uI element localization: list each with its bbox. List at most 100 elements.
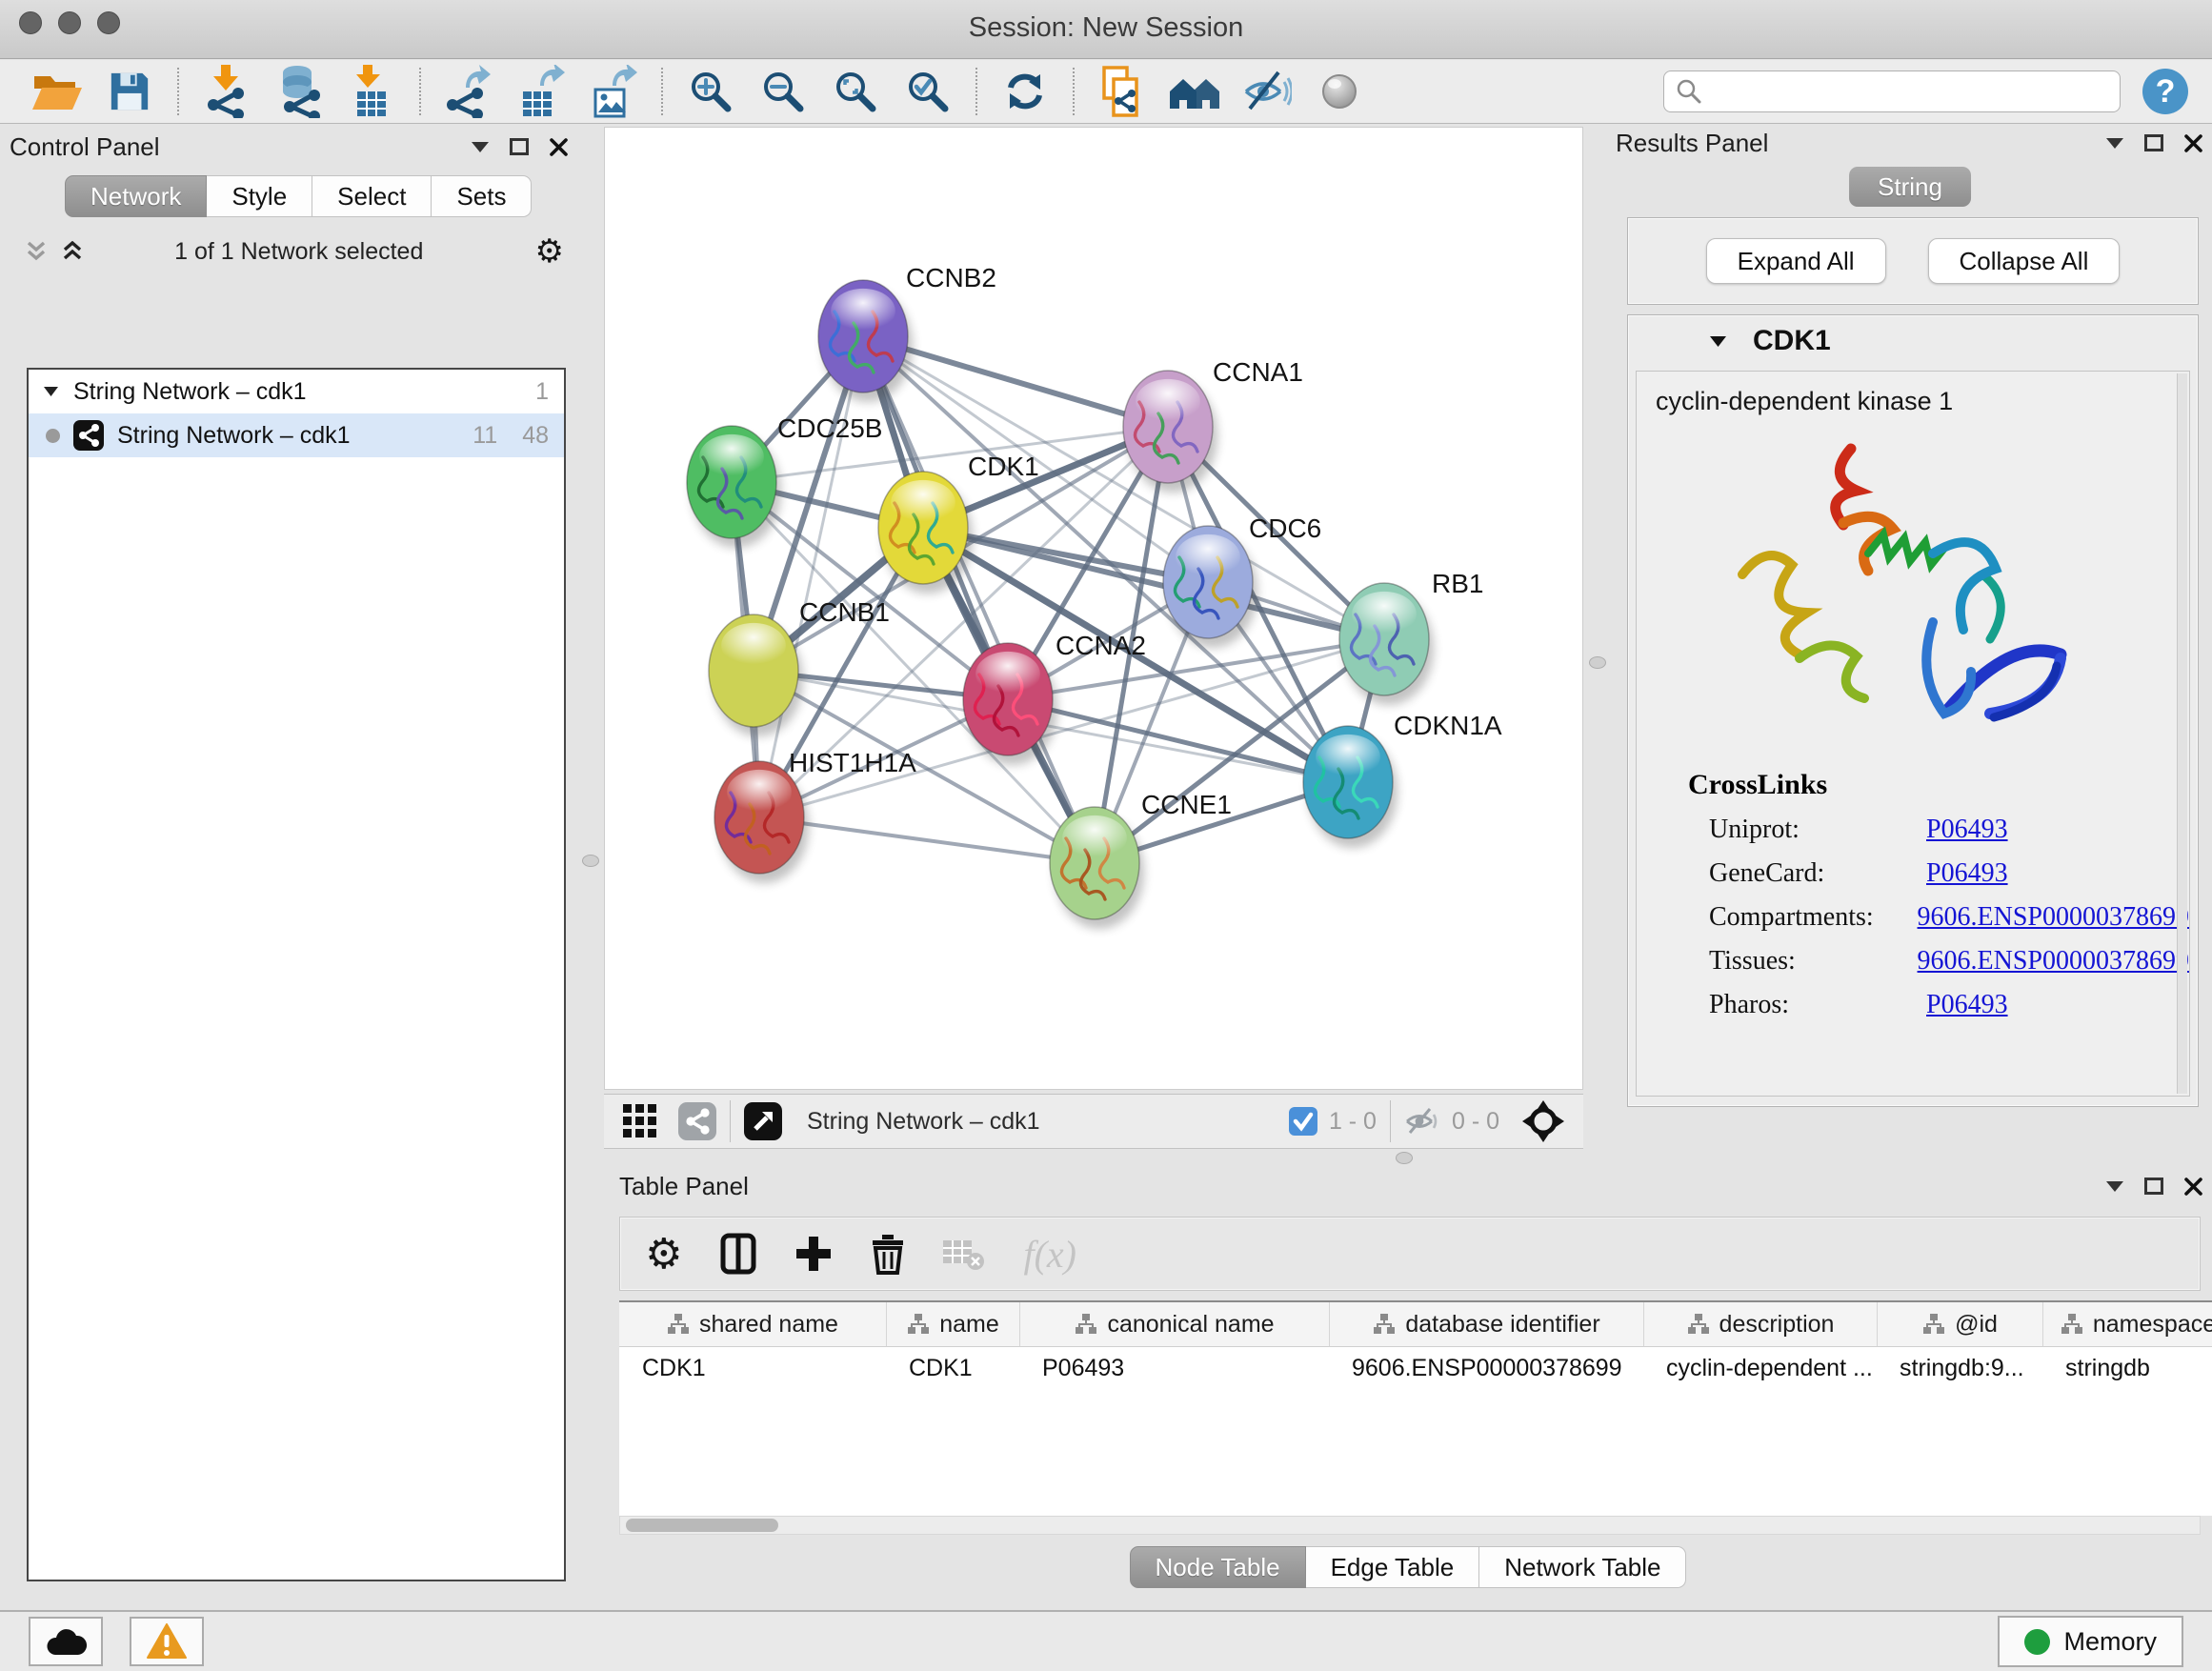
zoom-in-button[interactable] [680, 64, 741, 119]
table-row[interactable]: CDK1 CDK1 P06493 9606.ENSP00000378699 cy… [619, 1347, 2212, 1389]
network-view-canvas[interactable]: CCNB2CCNA1CDC25BCDK1CDC6RB1CCNB1CCNA2CDK… [604, 127, 1583, 1090]
column-header-shared-name[interactable]: shared name [619, 1302, 886, 1347]
columns-icon [720, 1233, 756, 1275]
search-input[interactable] [1702, 77, 2108, 106]
column-header-name[interactable]: name [886, 1302, 1019, 1347]
birds-eye-view-button[interactable] [744, 1102, 782, 1140]
network-options-gear-button[interactable]: ⚙ [535, 232, 564, 271]
panel-menu-button[interactable] [2106, 1181, 2123, 1192]
cell-canonical-name[interactable]: P06493 [1019, 1347, 1329, 1389]
warnings-button[interactable] [130, 1617, 204, 1666]
column-type-icon [1922, 1313, 1945, 1336]
chevron-down-icon [472, 142, 489, 152]
results-panel-title: Results Panel [1616, 129, 1768, 158]
import-table-button[interactable] [341, 64, 402, 119]
tissues-link[interactable]: 9606.ENSP00000378699 [1918, 946, 2189, 976]
scrollbar-thumb[interactable] [626, 1519, 778, 1532]
float-panel-button[interactable] [510, 138, 529, 155]
network-collection-row[interactable]: String Network – cdk1 1 [29, 370, 564, 413]
expand-all-networks-button[interactable] [61, 241, 84, 262]
clone-network-button[interactable] [1092, 64, 1153, 119]
tab-sets[interactable]: Sets [432, 175, 532, 217]
genecard-link[interactable]: P06493 [1926, 858, 2008, 889]
import-network-button[interactable] [196, 64, 257, 119]
open-session-button[interactable] [27, 64, 88, 119]
cell-id[interactable]: stringdb:9... [1877, 1347, 2042, 1389]
zoom-fit-button[interactable] [825, 64, 886, 119]
crosslinks-heading: CrossLinks [1688, 769, 2189, 801]
zoom-out-button[interactable] [753, 64, 814, 119]
collapse-all-button[interactable]: Collapse All [1928, 238, 2121, 284]
crosslinks-section: CrossLinks Uniprot: P06493 GeneCard: P06… [1688, 769, 2189, 1020]
refresh-icon [1002, 70, 1048, 112]
save-session-button[interactable] [99, 64, 160, 119]
column-header-id[interactable]: @id [1877, 1302, 2042, 1347]
current-network-dot [46, 429, 60, 443]
cell-description[interactable]: cyclin-dependent ... [1643, 1347, 1877, 1389]
bottom-splitter-handle[interactable] [1396, 1152, 1413, 1164]
column-header-canonical-name[interactable]: canonical name [1019, 1302, 1329, 1347]
toolbar-search[interactable] [1663, 70, 2121, 112]
network-icon-button[interactable] [678, 1102, 716, 1140]
network-node-CDC25B: CDC25B [687, 413, 882, 548]
cloud-icon [45, 1625, 87, 1658]
zoom-selected-button[interactable] [897, 64, 958, 119]
export-network-icon [445, 65, 493, 118]
close-panel-button[interactable] [550, 138, 568, 156]
table-horizontal-scrollbar[interactable] [619, 1516, 2201, 1535]
tab-network-table[interactable]: Network Table [1479, 1546, 1686, 1588]
delete-column-button[interactable] [871, 1233, 905, 1275]
results-scrollbar[interactable] [2177, 373, 2187, 1094]
export-table-button[interactable] [511, 64, 572, 119]
float-panel-button[interactable] [2144, 134, 2163, 151]
panel-menu-button[interactable] [472, 142, 489, 152]
show-glass-button[interactable] [1309, 64, 1370, 119]
left-splitter-handle[interactable] [582, 855, 599, 867]
network-row-selected[interactable]: String Network – cdk1 11 48 [29, 413, 564, 457]
column-header-namespace[interactable]: namespace [2042, 1302, 2212, 1347]
float-panel-button[interactable] [2144, 1178, 2163, 1195]
pharos-link[interactable]: P06493 [1926, 990, 2008, 1020]
home-button[interactable] [1164, 64, 1225, 119]
tab-select[interactable]: Select [312, 175, 432, 217]
compartments-link[interactable]: 9606.ENSP00000378699 [1918, 902, 2189, 933]
import-network-from-database-button[interactable] [269, 64, 330, 119]
hide-glass-button[interactable] [1237, 64, 1297, 119]
svg-text:CDKN1A: CDKN1A [1394, 711, 1502, 740]
tab-network[interactable]: Network [65, 175, 207, 217]
uniprot-link[interactable]: P06493 [1926, 815, 2008, 845]
add-column-button[interactable] [794, 1235, 833, 1273]
expand-all-button[interactable]: Expand All [1706, 238, 1886, 284]
tab-string-results[interactable]: String [1849, 167, 1971, 207]
help-button[interactable]: ? [2140, 66, 2191, 117]
export-image-button[interactable] [583, 64, 644, 119]
right-splitter-handle[interactable] [1589, 656, 1606, 669]
close-panel-button[interactable] [2184, 134, 2202, 152]
cloud-status-button[interactable] [29, 1617, 103, 1666]
collapse-all-networks-button[interactable] [25, 241, 48, 262]
cell-shared-name[interactable]: CDK1 [619, 1347, 886, 1389]
hidden-elements-button[interactable] [1404, 1106, 1440, 1137]
tab-edge-table[interactable]: Edge Table [1306, 1546, 1480, 1588]
table-options-gear-button[interactable]: ⚙ [645, 1230, 682, 1278]
column-header-description[interactable]: description [1643, 1302, 1877, 1347]
cell-name[interactable]: CDK1 [886, 1347, 1019, 1389]
toolbar-divider [1073, 68, 1075, 115]
grid-view-button[interactable] [623, 1104, 657, 1138]
tab-style[interactable]: Style [207, 175, 312, 217]
cell-namespace[interactable]: stringdb [2042, 1347, 2212, 1389]
export-network-button[interactable] [438, 64, 499, 119]
memory-button[interactable]: Memory [1998, 1616, 2183, 1667]
panel-menu-button[interactable] [2106, 138, 2123, 149]
fit-selected-button[interactable] [1522, 1100, 1564, 1142]
tab-node-table[interactable]: Node Table [1130, 1546, 1306, 1588]
column-header-database-identifier[interactable]: database identifier [1329, 1302, 1643, 1347]
collapse-section-icon[interactable] [1710, 336, 1726, 347]
refresh-button[interactable] [995, 64, 1056, 119]
close-icon [2184, 1178, 2202, 1196]
show-columns-button[interactable] [720, 1233, 756, 1275]
selected-nodes-checkbox[interactable] [1289, 1107, 1317, 1136]
close-panel-button[interactable] [2184, 1178, 2202, 1196]
cell-database-identifier[interactable]: 9606.ENSP00000378699 [1329, 1347, 1643, 1389]
double-chevron-up-icon [61, 241, 84, 262]
